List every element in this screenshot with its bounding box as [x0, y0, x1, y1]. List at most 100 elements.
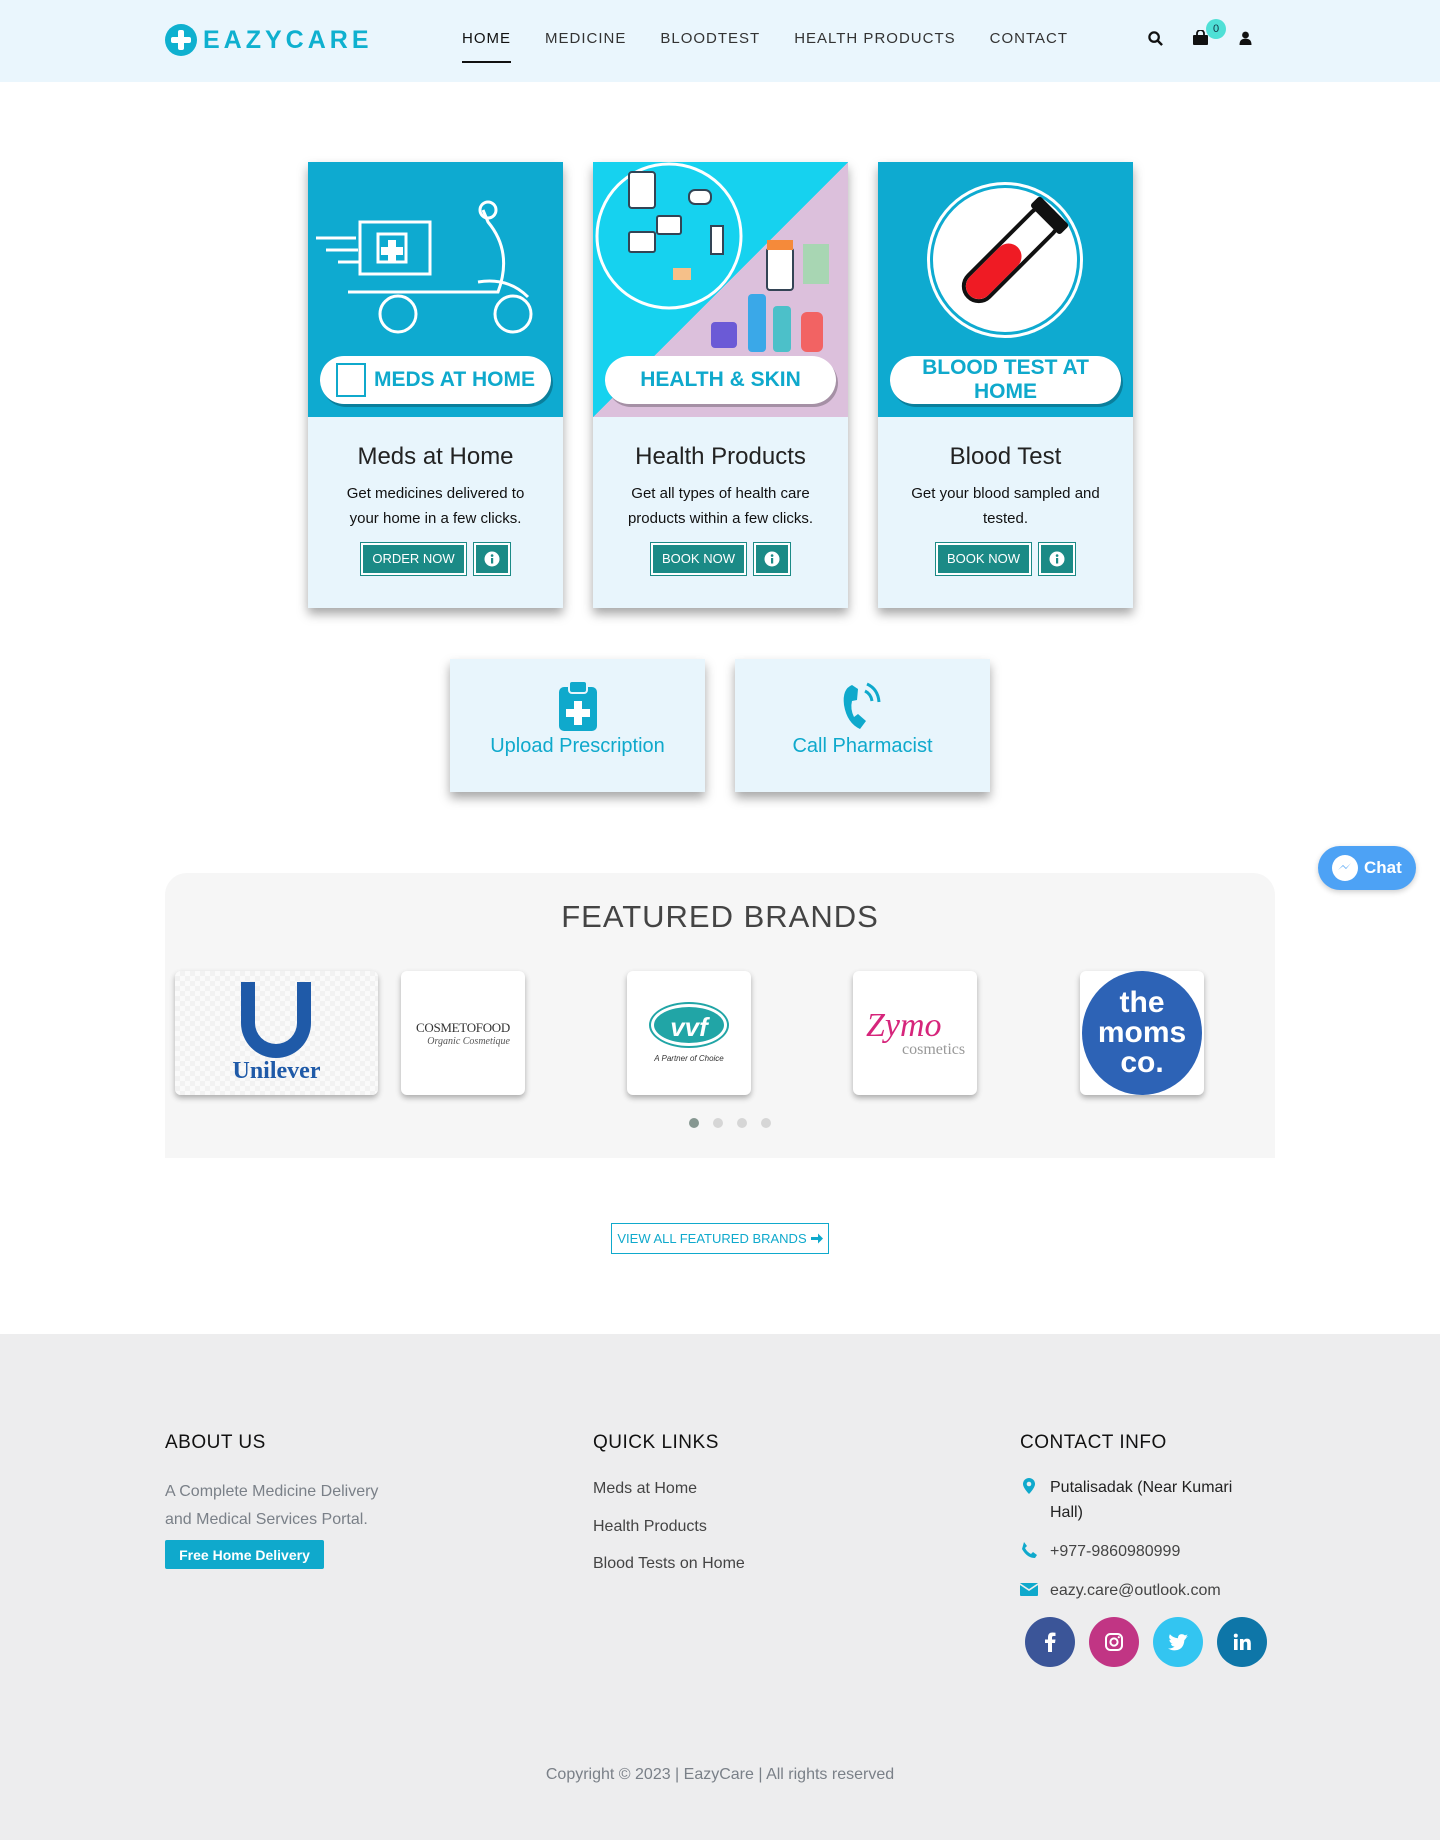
zymo-logo: Zymo cosmetics [860, 1003, 970, 1063]
zymo-text: Zymo [866, 1007, 942, 1044]
search-icon[interactable] [1145, 28, 1165, 48]
order-now-button[interactable]: ORDER NOW [361, 543, 466, 575]
nav-home[interactable]: HOME [462, 30, 511, 63]
contact-address: Putalisadak (Near Kumari Hall) [1020, 1475, 1250, 1525]
upload-prescription-card[interactable]: Upload Prescription [450, 659, 705, 792]
blood-test-image: BLOOD TEST AT HOME [878, 162, 1133, 417]
service-title: Health Products [635, 443, 806, 470]
chat-button[interactable]: Chat [1318, 846, 1416, 890]
service-card-blood: BLOOD TEST AT HOME Blood Test Get your b… [878, 162, 1133, 608]
messenger-icon [1332, 855, 1358, 881]
cosmetofood-tagline: Organic Cosmetique [427, 1035, 510, 1047]
social-links [1025, 1617, 1281, 1667]
service-title: Meds at Home [357, 443, 514, 470]
contact-info-title: CONTACT INFO [1020, 1432, 1167, 1453]
nav-bloodtest[interactable]: BLOODTEST [660, 30, 760, 63]
twitter-icon[interactable] [1153, 1617, 1203, 1667]
unilever-text: Unilever [232, 1057, 321, 1084]
user-icon[interactable] [1235, 28, 1255, 48]
view-all-brands-button[interactable]: VIEW ALL FEATURED BRANDS [611, 1223, 829, 1254]
nav-health-products[interactable]: HEALTH PRODUCTS [794, 30, 955, 63]
service-card-meds: MEDS AT HOME Meds at Home Get medicines … [308, 162, 563, 608]
phone-icon [1022, 1542, 1037, 1558]
brand-name: EAZYCARE [203, 25, 373, 54]
blood-image-label: BLOOD TEST AT HOME [890, 356, 1121, 404]
chat-label: Chat [1364, 858, 1402, 877]
site-footer: ABOUT US A Complete Medicine Delivery an… [0, 1334, 1440, 1840]
phone-call-icon [838, 679, 888, 731]
about-text: A Complete Medicine Delivery and Medical… [165, 1483, 379, 1528]
address-text: Putalisadak (Near Kumari Hall) [1050, 1479, 1233, 1521]
quick-links-title: QUICK LINKS [593, 1432, 719, 1453]
cart-icon[interactable]: 0 [1190, 19, 1226, 48]
book-now-button[interactable]: BOOK NOW [651, 543, 746, 575]
service-card-health: HEALTH & SKIN Health Products Get all ty… [593, 162, 848, 608]
arrow-right-icon [810, 1233, 823, 1244]
phone-text[interactable]: +977-9860980999 [1050, 1539, 1250, 1564]
view-all-label: VIEW ALL FEATURED BRANDS [617, 1231, 807, 1246]
free-delivery-badge[interactable]: Free Home Delivery [165, 1540, 324, 1569]
info-icon[interactable] [753, 543, 790, 575]
call-pharmacist-label: Call Pharmacist [792, 735, 933, 757]
info-icon[interactable] [1038, 543, 1075, 575]
footer-link-health[interactable]: Health Products [593, 1518, 707, 1536]
brand-carousel-dots [689, 1118, 785, 1128]
map-marker-icon [1023, 1478, 1035, 1494]
service-title: Blood Test [949, 443, 1062, 470]
health-skin-image: HEALTH & SKIN [593, 162, 848, 417]
vvf-tagline: A Partner of Choice [654, 1053, 724, 1063]
vvf-mark: vvf [651, 1003, 727, 1046]
cosmetofood-logo: COSMETOFOOD Organic Cosmetique [416, 1020, 510, 1047]
footer-link-blood[interactable]: Blood Tests on Home [593, 1555, 745, 1573]
cosmetofood-text: COSMETOFOOD [416, 1019, 510, 1035]
brand-logo[interactable]: EAZYCARE [165, 24, 373, 56]
contact-email: eazy.care@outlook.com [1020, 1578, 1250, 1603]
brand-cosmetofood[interactable]: COSMETOFOOD Organic Cosmetique [401, 971, 525, 1095]
carousel-dot[interactable] [713, 1118, 723, 1128]
meds-at-home-image: MEDS AT HOME [308, 162, 563, 417]
carousel-dot[interactable] [737, 1118, 747, 1128]
zymo-tagline: cosmetics [902, 1041, 966, 1058]
carousel-dot[interactable] [761, 1118, 771, 1128]
header-actions: 0 [1120, 19, 1255, 48]
vvf-logo: vvf A Partner of Choice [651, 1003, 727, 1063]
site-header: EAZYCARE HOME MEDICINE BLOODTEST HEALTH … [0, 0, 1440, 82]
footer-link-meds[interactable]: Meds at Home [593, 1480, 697, 1498]
cart-count-badge: 0 [1206, 19, 1226, 39]
main-nav: HOME MEDICINE BLOODTEST HEALTH PRODUCTS … [462, 30, 1102, 63]
info-icon[interactable] [473, 543, 510, 575]
service-actions: ORDER NOW [308, 543, 563, 575]
meds-image-label: MEDS AT HOME [320, 356, 551, 404]
service-actions: BOOK NOW [593, 543, 848, 575]
book-now-button[interactable]: BOOK NOW [936, 543, 1031, 575]
copyright-text: Copyright © 2023 | EazyCare | All rights… [545, 1766, 895, 1783]
unilever-logo: Unilever [232, 981, 321, 1085]
brand-vvf[interactable]: vvf A Partner of Choice [627, 971, 751, 1095]
email-text[interactable]: eazy.care@outlook.com [1050, 1578, 1250, 1603]
service-description: Get all types of health care products wi… [627, 485, 814, 527]
nav-medicine[interactable]: MEDICINE [545, 30, 626, 63]
brand-unilever[interactable]: Unilever [175, 971, 378, 1095]
facebook-icon[interactable] [1025, 1617, 1075, 1667]
upload-prescription-label: Upload Prescription [490, 735, 665, 757]
unilever-u-mark [241, 981, 312, 1058]
logo-cross-icon [165, 24, 197, 56]
about-title: ABOUT US [165, 1432, 266, 1453]
health-image-label: HEALTH & SKIN [605, 356, 836, 404]
moms-co-logo: the moms co. [1082, 971, 1202, 1095]
carousel-dot[interactable] [689, 1118, 699, 1128]
service-actions: BOOK NOW [878, 543, 1133, 575]
brand-the-moms-co[interactable]: the moms co. [1080, 971, 1204, 1095]
linkedin-icon[interactable] [1217, 1617, 1267, 1667]
contact-phone: +977-9860980999 [1020, 1539, 1250, 1564]
envelope-icon [1020, 1583, 1038, 1596]
call-pharmacist-card[interactable]: Call Pharmacist [735, 659, 990, 792]
service-description: Get your blood sampled and tested. [911, 485, 1100, 527]
featured-brands-title: FEATURED BRANDS [561, 899, 879, 934]
brand-zymo[interactable]: Zymo cosmetics [853, 971, 977, 1095]
nav-contact[interactable]: CONTACT [990, 30, 1068, 63]
service-description: Get medicines delivered to your home in … [346, 485, 525, 527]
instagram-icon[interactable] [1089, 1617, 1139, 1667]
featured-brands-section: FEATURED BRANDS Unilever COSMETOFOOD Org… [165, 873, 1275, 1158]
prescription-icon [553, 679, 603, 731]
